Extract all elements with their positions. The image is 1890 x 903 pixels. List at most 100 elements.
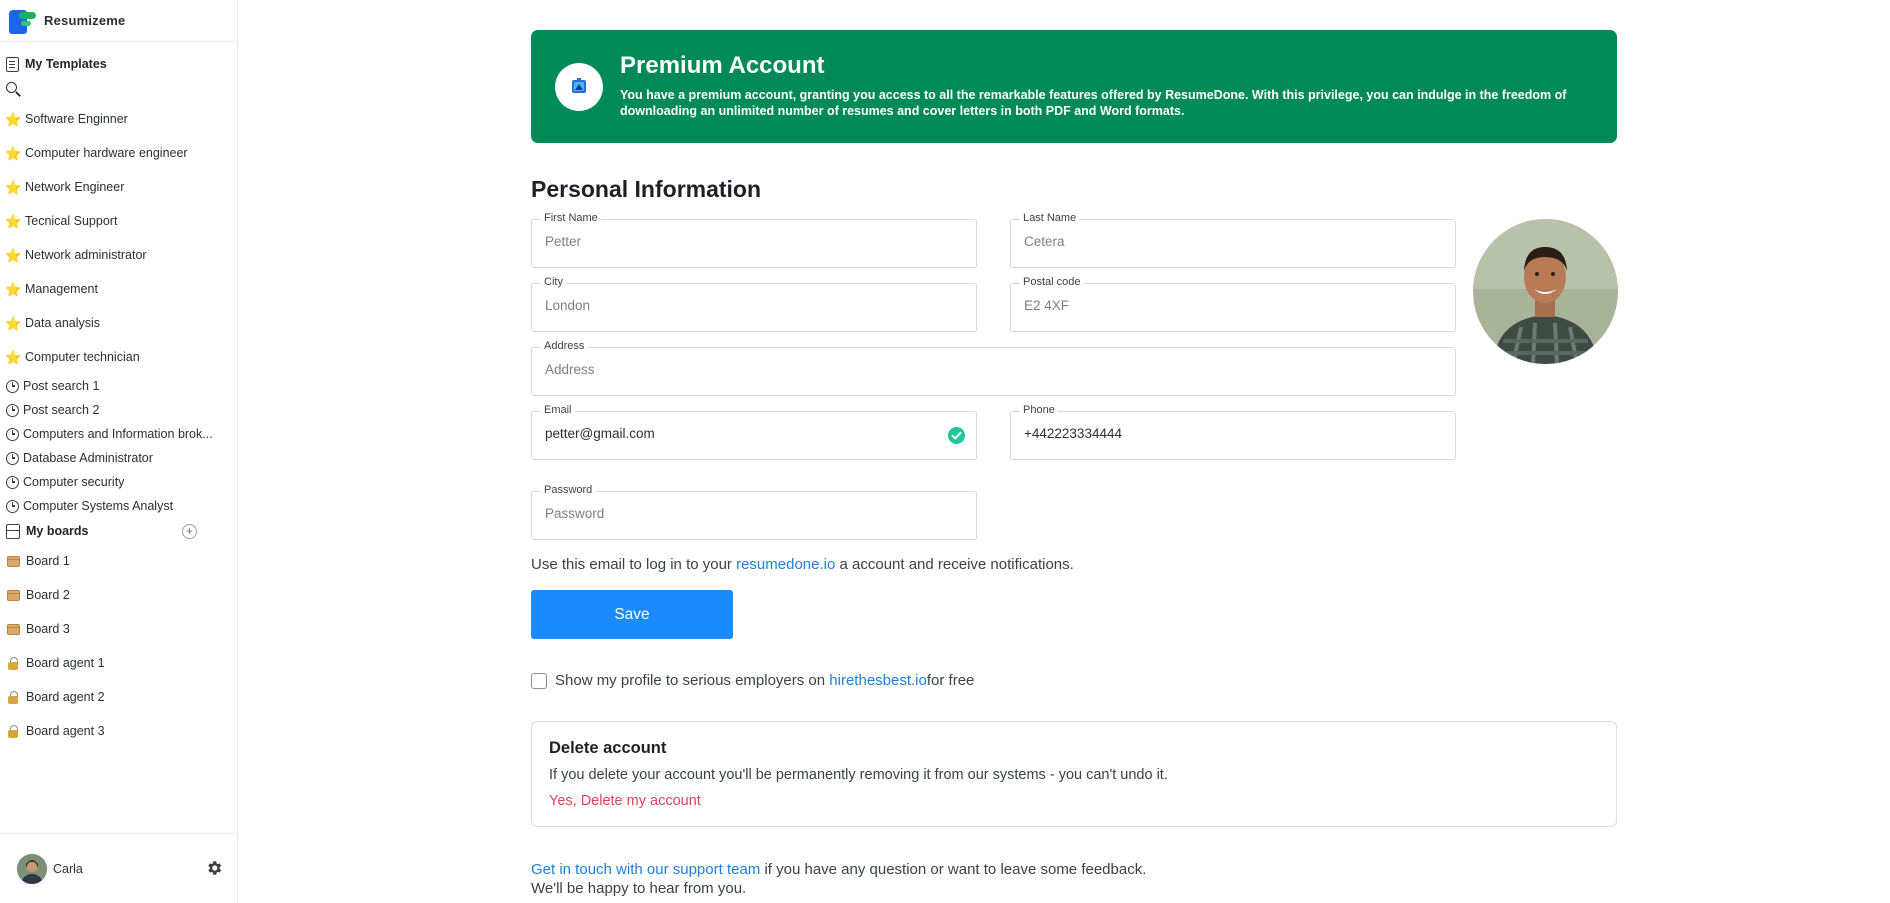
my-boards-heading[interactable]: My boards + — [0, 518, 237, 544]
postal-code-input[interactable] — [1024, 298, 1402, 313]
premium-badge — [555, 63, 603, 111]
gear-icon[interactable] — [205, 859, 223, 877]
search-icon[interactable] — [6, 81, 21, 97]
recent-item-database-administrator[interactable]: Database Administrator — [0, 446, 237, 470]
template-item-management[interactable]: ⭐ Management — [0, 272, 237, 306]
star-icon[interactable]: ⭐ — [5, 147, 21, 160]
board-item-label: Board 1 — [26, 554, 70, 568]
first-name-field[interactable]: First Name — [531, 212, 977, 268]
support-text-line2: We'll be happy to hear from you. — [531, 880, 747, 897]
show-profile-option: Show my profile to serious employers on … — [531, 672, 974, 689]
user-name[interactable]: Carla — [53, 862, 83, 876]
board-item-board-1[interactable]: Board 1 — [0, 544, 237, 578]
template-item-computer-hardware-engineer[interactable]: ⭐ Computer hardware engineer — [0, 136, 237, 170]
clock-icon — [6, 475, 19, 489]
recent-item-label: Post search 2 — [23, 403, 100, 417]
lock-icon — [8, 690, 18, 704]
template-item-label: Network Engineer — [25, 180, 125, 194]
profile-photo[interactable] — [1473, 219, 1618, 364]
hirethebest-link[interactable]: hirethesbest.io — [829, 672, 927, 689]
template-item-network-administrator[interactable]: ⭐ Network administrator — [0, 238, 237, 272]
recent-item-label: Computer Systems Analyst — [23, 499, 174, 513]
city-input[interactable] — [545, 298, 923, 313]
board-item-label: Board 3 — [26, 622, 70, 636]
address-field[interactable]: Address — [531, 340, 1456, 396]
login-hint-prefix: Use this email to log in to your — [531, 556, 737, 573]
my-templates-label: My Templates — [25, 57, 107, 71]
star-icon[interactable]: ⭐ — [5, 215, 21, 228]
recent-item-computers-and-information-brok[interactable]: Computers and Information brok... — [0, 422, 237, 446]
star-icon[interactable]: ⭐ — [5, 113, 21, 126]
password-field[interactable]: Password — [531, 484, 977, 540]
email-field[interactable]: Email — [531, 404, 977, 460]
last-name-input[interactable] — [1024, 234, 1402, 249]
template-item-computer-technician[interactable]: ⭐ Computer technician — [0, 340, 237, 374]
delete-account-card: Delete account If you delete your accoun… — [531, 721, 1617, 827]
board-item-board-agent-2[interactable]: Board agent 2 — [0, 680, 237, 714]
board-item-board-2[interactable]: Board 2 — [0, 578, 237, 612]
star-icon[interactable]: ⭐ — [5, 249, 21, 262]
first-name-input[interactable] — [545, 234, 923, 249]
password-label: Password — [541, 484, 596, 496]
board-item-board-agent-1[interactable]: Board agent 1 — [0, 646, 237, 680]
premium-banner: Premium Account You have a premium accou… — [531, 30, 1617, 143]
postal-code-field[interactable]: Postal code — [1010, 276, 1456, 332]
premium-description: You have a premium account, granting you… — [620, 88, 1567, 118]
star-icon[interactable]: ⭐ — [5, 181, 21, 194]
delete-account-button[interactable]: Yes, Delete my account — [549, 793, 701, 809]
login-hint: Use this email to log in to your resumed… — [531, 556, 1074, 573]
my-templates-heading[interactable]: My Templates — [0, 52, 237, 76]
starred-templates-list: ⭐ Software Enginner ⭐ Computer hardware eng… — [0, 102, 237, 374]
premium-icon — [572, 78, 586, 93]
star-icon[interactable]: ⭐ — [5, 317, 21, 330]
recent-item-computer-security[interactable]: Computer security — [0, 470, 237, 494]
recent-item-post-search-1[interactable]: Post search 1 — [0, 374, 237, 398]
support-note: Get in touch with our support team if yo… — [531, 860, 1146, 898]
template-item-network-engineer[interactable]: ⭐ Network Engineer — [0, 170, 237, 204]
email-label: Email — [541, 404, 575, 416]
star-icon[interactable]: ⭐ — [5, 283, 21, 296]
star-icon[interactable]: ⭐ — [5, 351, 21, 364]
recent-item-label: Post search 1 — [23, 379, 100, 393]
add-board-button[interactable]: + — [182, 524, 197, 539]
sidebar: Resumizeme My Templates ⭐ Software Enginn… — [0, 0, 238, 903]
recent-item-label: Database Administrator — [23, 451, 153, 465]
board-icon — [6, 523, 20, 539]
phone-input[interactable] — [1024, 426, 1402, 441]
lock-icon — [8, 656, 18, 670]
resumedone-link[interactable]: resumedone.io — [736, 556, 835, 573]
document-icon — [6, 56, 19, 72]
board-item-board-3[interactable]: Board 3 — [0, 612, 237, 646]
password-input[interactable] — [545, 506, 923, 521]
my-boards-label: My boards — [26, 524, 89, 538]
phone-field[interactable]: Phone — [1010, 404, 1456, 460]
template-item-label: Data analysis — [25, 316, 101, 330]
show-profile-checkbox[interactable] — [531, 672, 547, 689]
template-item-data-analysis[interactable]: ⭐ Data analysis — [0, 306, 237, 340]
clock-icon — [6, 403, 19, 417]
city-field[interactable]: City — [531, 276, 977, 332]
email-input[interactable] — [545, 426, 923, 441]
board-item-label: Board agent 2 — [26, 690, 105, 704]
template-item-software-enginner[interactable]: ⭐ Software Enginner — [0, 102, 237, 136]
template-item-tecnical-support[interactable]: ⭐ Tecnical Support — [0, 204, 237, 238]
recent-item-label: Computers and Information brok... — [23, 427, 213, 441]
clock-icon — [6, 379, 19, 393]
login-hint-suffix: a account and receive notifications. — [835, 556, 1074, 573]
lock-icon — [8, 724, 18, 738]
board-item-label: Board agent 3 — [26, 724, 105, 738]
clock-icon — [6, 427, 19, 441]
clock-icon — [6, 499, 19, 513]
sidebar-search[interactable] — [0, 76, 237, 102]
board-item-board-agent-3[interactable]: Board agent 3 — [0, 714, 237, 748]
recent-item-computer-systems-analyst[interactable]: Computer Systems Analyst — [0, 494, 237, 518]
app-name: Resumizeme — [44, 13, 126, 28]
address-input[interactable] — [545, 362, 1330, 377]
address-label: Address — [541, 340, 588, 352]
last-name-field[interactable]: Last Name — [1010, 212, 1456, 268]
save-button[interactable]: Save — [531, 590, 733, 639]
brand[interactable]: Resumizeme — [0, 0, 237, 42]
recent-item-post-search-2[interactable]: Post search 2 — [0, 398, 237, 422]
user-avatar[interactable] — [17, 853, 47, 884]
support-link[interactable]: Get in touch with our support team — [531, 861, 760, 878]
